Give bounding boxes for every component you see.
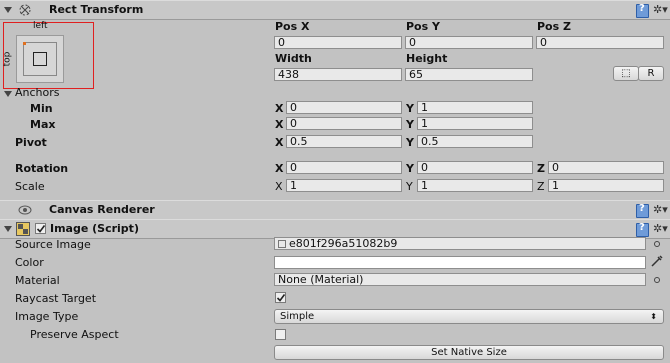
eyedropper-icon[interactable] — [650, 254, 664, 268]
width-label: Width — [275, 52, 312, 65]
rotation-z-field[interactable]: 0 — [548, 161, 664, 174]
help-icon[interactable] — [636, 3, 649, 18]
pos-y-field[interactable]: 0 — [405, 36, 533, 49]
anchor-point-icon — [23, 42, 26, 45]
pivot-y-field[interactable]: 0.5 — [417, 135, 533, 148]
pivot-label: Pivot — [15, 136, 47, 149]
pivot-y-axis-label: Y — [406, 136, 414, 149]
material-label: Material — [15, 274, 60, 287]
source-image-field[interactable]: e801f296a51082b9 — [274, 237, 646, 250]
image-type-label: Image Type — [15, 310, 79, 323]
scale-z-axis-label: Z — [537, 180, 545, 193]
preserve-aspect-label: Preserve Aspect — [30, 328, 119, 341]
preserve-aspect-checkbox[interactable] — [275, 329, 286, 340]
gear-icon[interactable]: ✲▾ — [653, 222, 668, 235]
image-script-title: Image (Script) — [50, 222, 139, 235]
min-x-axis-label: X — [275, 102, 284, 115]
sprite-icon — [278, 240, 286, 248]
set-native-size-button[interactable]: Set Native Size — [274, 345, 664, 360]
checkmark-icon — [36, 225, 46, 233]
dropdown-arrows-icon: ⬍ — [650, 312, 657, 321]
help-icon[interactable] — [636, 203, 649, 218]
max-x-axis-label: X — [275, 118, 284, 131]
help-icon[interactable] — [636, 222, 649, 237]
rect-transform-icon — [19, 4, 31, 16]
rot-y-axis-label: Y — [406, 162, 414, 175]
object-picker-icon[interactable] — [654, 241, 660, 247]
height-label: Height — [406, 52, 448, 65]
height-field[interactable]: 65 — [405, 68, 533, 81]
raycast-target-checkbox[interactable] — [275, 292, 286, 303]
pivot-x-axis-label: X — [275, 136, 284, 149]
rot-z-axis-label: Z — [537, 162, 545, 175]
component-enabled-checkbox[interactable] — [35, 223, 46, 234]
object-picker-icon[interactable] — [654, 277, 660, 283]
rect-transform-header[interactable]: Rect Transform ✲▾ — [0, 0, 670, 20]
scale-x-axis-label: X — [275, 180, 283, 193]
max-x-field[interactable]: 0 — [286, 117, 402, 130]
min-x-field[interactable]: 0 — [286, 101, 402, 114]
scale-y-axis-label: Y — [406, 180, 413, 193]
anchor-rect-icon — [33, 52, 47, 66]
gear-icon[interactable]: ✲▾ — [653, 203, 668, 216]
scale-z-field[interactable]: 1 — [548, 179, 664, 192]
blueprint-mode-button[interactable]: ⬚ — [613, 66, 639, 81]
collapse-arrow-icon[interactable] — [4, 226, 12, 232]
anchor-preset-box[interactable]: left top — [2, 21, 94, 89]
rot-x-axis-label: X — [275, 162, 284, 175]
checkmark-icon — [276, 294, 286, 302]
rect-transform-title: Rect Transform — [49, 3, 144, 16]
pivot-x-field[interactable]: 0.5 — [286, 135, 402, 148]
rotation-label: Rotation — [15, 162, 69, 175]
pos-z-label: Pos Z — [537, 20, 571, 33]
rotation-x-field[interactable]: 0 — [286, 161, 402, 174]
pos-y-label: Pos Y — [406, 20, 440, 33]
image-type-dropdown[interactable]: Simple ⬍ — [274, 309, 664, 324]
anchor-side-label: top — [2, 51, 13, 67]
raycast-target-label: Raycast Target — [15, 292, 97, 305]
color-label: Color — [15, 256, 44, 269]
pos-x-label: Pos X — [275, 20, 310, 33]
scale-x-field[interactable]: 1 — [286, 179, 402, 192]
min-y-axis-label: Y — [406, 102, 414, 115]
max-y-field[interactable]: 1 — [417, 117, 533, 130]
anchor-preset-button[interactable] — [16, 35, 64, 83]
rotation-y-field[interactable]: 0 — [417, 161, 533, 174]
pos-x-field[interactable]: 0 — [274, 36, 402, 49]
image-type-value: Simple — [280, 311, 315, 322]
max-y-axis-label: Y — [406, 118, 414, 131]
gear-icon[interactable]: ✲▾ — [653, 3, 668, 16]
source-image-label: Source Image — [15, 238, 91, 251]
eye-icon — [18, 205, 32, 215]
anchors-label[interactable]: Anchors — [15, 86, 60, 99]
pos-z-field[interactable]: 0 — [536, 36, 664, 49]
max-label: Max — [30, 118, 56, 131]
scale-label: Scale — [15, 180, 45, 193]
raw-edit-button[interactable]: R — [638, 66, 664, 81]
collapse-arrow-icon[interactable] — [4, 7, 12, 13]
source-image-value: e801f296a51082b9 — [289, 237, 398, 250]
anchors-foldout-icon[interactable] — [4, 91, 12, 97]
image-component-icon — [16, 222, 30, 236]
min-y-field[interactable]: 1 — [417, 101, 533, 114]
color-field[interactable] — [274, 256, 646, 269]
scale-y-field[interactable]: 1 — [417, 179, 533, 192]
anchor-top-label: left — [33, 21, 48, 31]
canvas-renderer-title: Canvas Renderer — [49, 203, 155, 216]
canvas-renderer-header[interactable]: Canvas Renderer ✲▾ — [0, 200, 670, 220]
image-script-header[interactable]: Image (Script) ✲▾ — [0, 219, 670, 239]
material-field[interactable]: None (Material) — [274, 273, 646, 286]
width-field[interactable]: 438 — [274, 68, 402, 81]
min-label: Min — [30, 102, 53, 115]
